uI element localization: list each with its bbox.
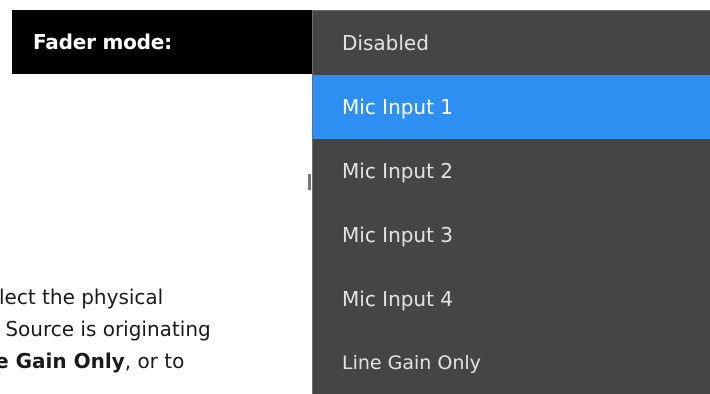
instruction-line-1: Select the physical: [0, 285, 164, 309]
instruction-line-3: ine Gain Only, or to: [0, 345, 304, 377]
option-mic-input-1[interactable]: Mic Input 1: [313, 75, 710, 139]
option-mic-input-4[interactable]: Mic Input 4: [313, 267, 710, 331]
fader-mode-dropdown-list[interactable]: Disabled Mic Input 1 Mic Input 2 Mic Inp…: [312, 10, 710, 394]
fader-mode-label-bar: Fader mode:: [12, 10, 312, 74]
instruction-paragraph: Select the physical he Source is origina…: [0, 281, 304, 377]
option-line-gain-only[interactable]: Line Gain Only: [313, 331, 710, 394]
option-disabled[interactable]: Disabled: [313, 11, 710, 75]
option-mic-input-3[interactable]: Mic Input 3: [313, 203, 710, 267]
fader-mode-label: Fader mode:: [33, 30, 172, 54]
instruction-line-2: he Source is originating: [0, 317, 211, 341]
screen: Fader mode: Disabled Mic Input 1 Mic Inp…: [0, 0, 710, 394]
instruction-bold-term: ine Gain Only: [0, 349, 125, 373]
instruction-line-3-rest: , or to: [124, 349, 185, 373]
option-mic-input-2[interactable]: Mic Input 2: [313, 139, 710, 203]
divider-tick: [308, 174, 311, 190]
